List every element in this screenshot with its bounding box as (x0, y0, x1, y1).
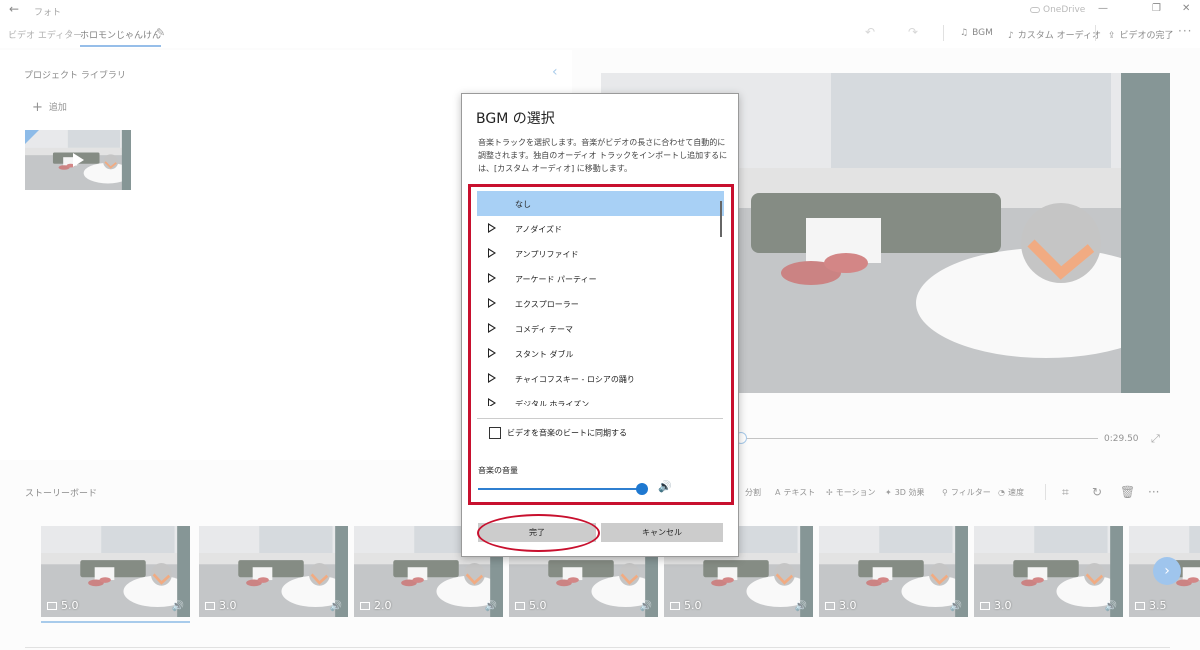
track-name: アンプリファイド (515, 250, 579, 259)
play-icon[interactable] (488, 273, 496, 283)
music-volume-label: 音楽の音量 (478, 466, 518, 475)
volume-slider-knob[interactable] (636, 483, 648, 495)
track-item[interactable]: コメディ テーマ (477, 316, 724, 341)
sync-beat-label: ビデオを音楽のビートに同期する (507, 428, 627, 438)
track-item[interactable]: アノダイズド (477, 216, 724, 241)
dialog-description: 音楽トラックを選択します。音楽がビデオの長さに合わせて自動的に調整されます。独自… (478, 138, 728, 173)
track-name: コメディ テーマ (515, 325, 573, 334)
cancel-button[interactable]: キャンセル (601, 523, 723, 542)
play-icon[interactable] (488, 348, 496, 358)
track-item[interactable]: デジタル ホライズン (477, 391, 724, 406)
track-name: チャイコフスキー - ロシアの踊り (515, 375, 635, 384)
track-name: アノダイズド (515, 225, 563, 234)
volume-fill (478, 488, 642, 490)
track-list-scrollbar[interactable] (720, 201, 722, 237)
checkbox-box[interactable] (489, 427, 501, 439)
track-name: スタント ダブル (515, 350, 574, 359)
track-item[interactable]: スタント ダブル (477, 341, 724, 366)
play-icon[interactable] (488, 323, 496, 333)
play-icon[interactable] (488, 373, 496, 383)
track-item[interactable]: チャイコフスキー - ロシアの踊り (477, 366, 724, 391)
track-item[interactable]: アンプリファイド (477, 241, 724, 266)
play-icon[interactable] (488, 398, 496, 406)
track-name: エクスプローラー (515, 300, 579, 309)
play-icon[interactable] (488, 248, 496, 258)
dialog-title: BGM の選択 (476, 111, 555, 127)
speaker-icon: 🔊 (658, 480, 672, 493)
track-item[interactable]: なし (477, 191, 724, 216)
play-icon[interactable] (488, 223, 496, 233)
list-divider (477, 418, 723, 419)
track-name: アーケード パーティー (515, 275, 597, 284)
play-icon[interactable] (488, 298, 496, 308)
track-item[interactable]: アーケード パーティー (477, 266, 724, 291)
sync-beat-checkbox[interactable]: ビデオを音楽のビートに同期する (489, 427, 627, 439)
music-track-list[interactable]: なしアノダイズドアンプリファイドアーケード パーティー エクスプローラー コメディ … (477, 191, 724, 406)
bgm-selection-dialog: BGM の選択 音楽トラックを選択します。音楽がビデオの長さに合わせて自動的に調… (461, 93, 739, 557)
photos-video-editor-window: ← フォト OneDrive — ❐ ✕ ビデオ エディター › ホロモンじゃん… (0, 0, 1200, 650)
track-item[interactable]: エクスプローラー (477, 291, 724, 316)
track-name: デジタル ホライズン (515, 400, 590, 406)
track-name: なし (515, 200, 531, 209)
music-volume-slider[interactable] (478, 488, 642, 490)
highlight-ellipse (477, 514, 600, 552)
